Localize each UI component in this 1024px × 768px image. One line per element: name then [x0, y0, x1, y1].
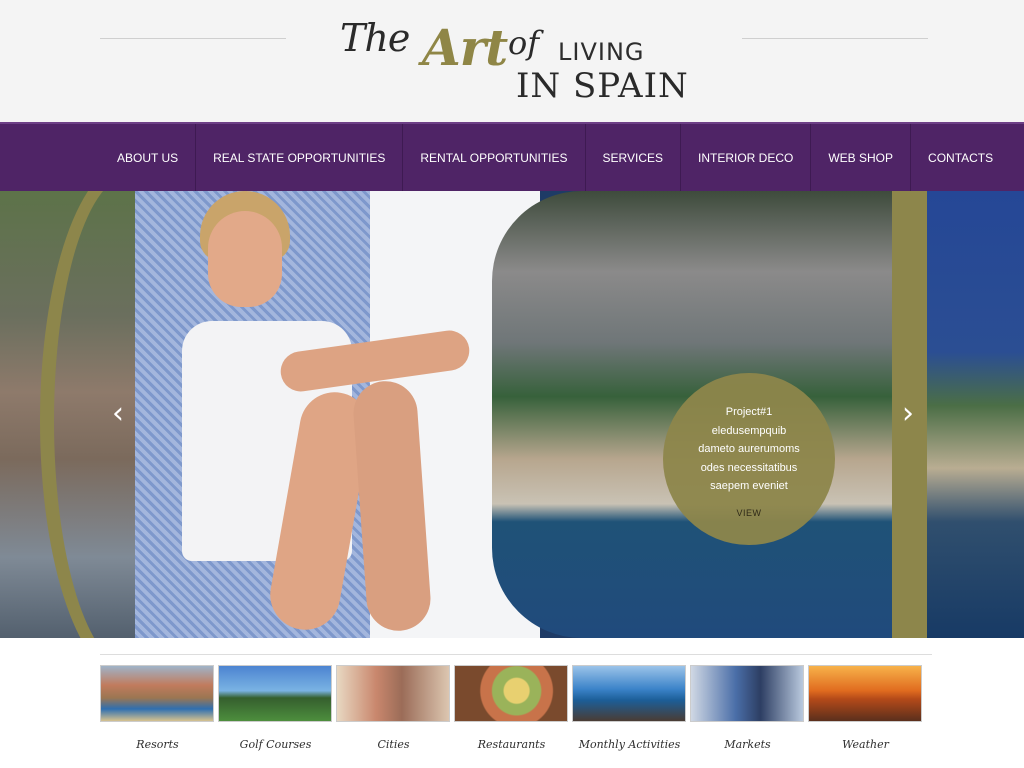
category-restaurants[interactable]: Restaurants [454, 665, 569, 751]
monthly-activities-thumbnail[interactable] [572, 665, 686, 722]
woman-image [160, 191, 490, 638]
view-button[interactable]: VIEW [736, 504, 761, 523]
category-label[interactable]: Markets [690, 738, 805, 751]
category-thumbnails: Resorts Golf Courses Cities Restaurants … [100, 665, 932, 751]
caption-line: eledusempquib [711, 424, 787, 437]
category-resorts[interactable]: Resorts [100, 665, 215, 751]
category-monthly-activities[interactable]: Monthly Activities [572, 665, 687, 751]
site-logo[interactable]: The Art of LIVING IN SPAIN [340, 14, 700, 106]
markets-thumbnail[interactable] [690, 665, 804, 722]
category-label[interactable]: Cities [336, 738, 451, 751]
chevron-left-icon[interactable]: ‹ [108, 399, 128, 429]
site-header: The Art of LIVING IN SPAIN [0, 0, 1024, 122]
resorts-thumbnail[interactable] [100, 665, 214, 722]
nav-list: ABOUT US REAL STATE OPPORTUNITIES RENTAL… [100, 124, 1010, 191]
category-weather[interactable]: Weather [808, 665, 923, 751]
nav-item-interior-deco[interactable]: INTERIOR DECO [680, 124, 810, 191]
caption-line: saepem eveniet [710, 480, 788, 492]
category-label[interactable]: Monthly Activities [572, 738, 687, 751]
restaurants-thumbnail[interactable] [454, 665, 568, 722]
golf-courses-thumbnail[interactable] [218, 665, 332, 722]
logo-word-art: Art [422, 18, 508, 77]
weather-thumbnail[interactable] [808, 665, 922, 722]
hero-slider: ‹ › Project#1 eledusempquib dameto aurer… [0, 191, 1024, 638]
nav-item-services[interactable]: SERVICES [584, 124, 680, 191]
main-navigation: ABOUT US REAL STATE OPPORTUNITIES RENTAL… [0, 122, 1024, 191]
nav-item-web-shop[interactable]: WEB SHOP [810, 124, 910, 191]
category-label[interactable]: Resorts [100, 738, 215, 751]
category-label[interactable]: Weather [808, 738, 923, 751]
category-golf-courses[interactable]: Golf Courses [218, 665, 333, 751]
category-markets[interactable]: Markets [690, 665, 805, 751]
project-caption-circle: Project#1 eledusempquib dameto aurerumom… [663, 373, 835, 545]
chevron-right-icon[interactable]: › [898, 399, 918, 429]
category-label[interactable]: Golf Courses [218, 738, 333, 751]
logo-word-living: LIVING [558, 38, 645, 66]
header-divider-right [742, 38, 928, 39]
category-cities[interactable]: Cities [336, 665, 451, 751]
nav-item-rental-opportunities[interactable]: RENTAL OPPORTUNITIES [402, 124, 584, 191]
caption-line: odes necessitatibus [700, 461, 798, 474]
cities-thumbnail[interactable] [336, 665, 450, 722]
header-divider-left [100, 38, 286, 39]
logo-word-the: The [340, 16, 410, 60]
caption-title: Project#1 [725, 406, 773, 418]
nav-item-about-us[interactable]: ABOUT US [100, 124, 195, 191]
thumbnails-divider [100, 654, 932, 655]
nav-item-real-state-opportunities[interactable]: REAL STATE OPPORTUNITIES [195, 124, 402, 191]
category-label[interactable]: Restaurants [454, 738, 569, 751]
logo-word-in-spain: IN SPAIN [516, 66, 689, 106]
logo-word-of: of [508, 24, 540, 62]
nav-item-contacts[interactable]: CONTACTS [910, 124, 1010, 191]
caption-line: dameto aurerumoms [698, 443, 800, 455]
slide-right-scene [927, 191, 1024, 638]
